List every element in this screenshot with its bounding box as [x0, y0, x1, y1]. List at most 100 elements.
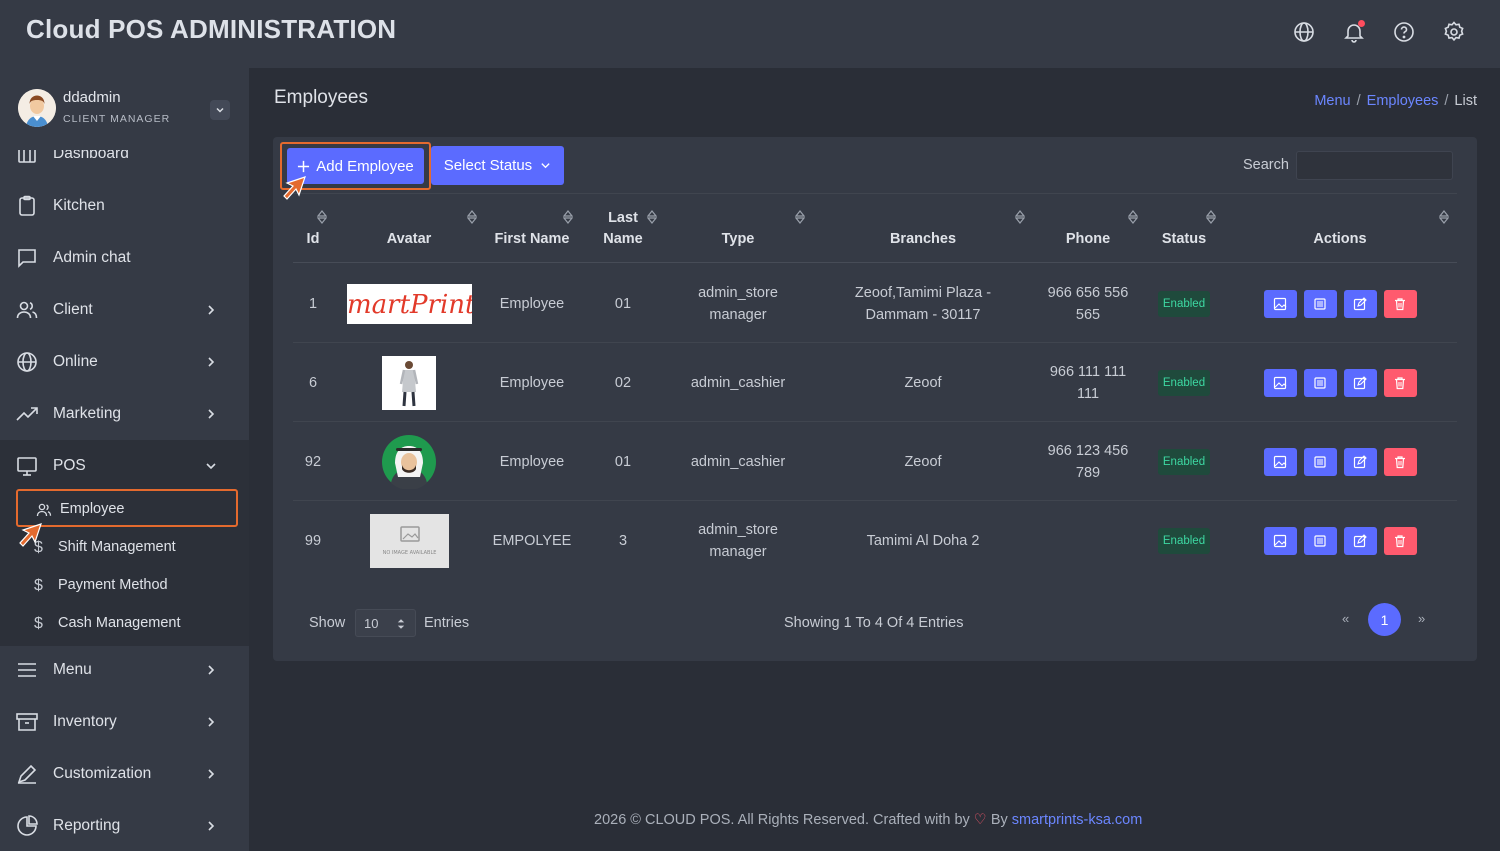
footer-link[interactable]: smartprints-ksa.com — [1012, 812, 1143, 828]
column-header-type[interactable]: Type — [673, 194, 803, 264]
details-button[interactable] — [1303, 526, 1337, 555]
sidebar-item-marketing[interactable]: Marketing — [0, 388, 249, 440]
chevron-right-icon — [208, 717, 215, 727]
pagination-next[interactable]: » — [1418, 611, 1425, 626]
gear-icon[interactable] — [1442, 20, 1466, 44]
page-size-value: 10 — [364, 615, 379, 631]
clipboard-icon — [15, 194, 39, 218]
sidebar-item-admin-chat[interactable]: Admin chat — [0, 232, 249, 284]
sidebar-item-menu[interactable]: Menu — [0, 644, 249, 696]
chevron-down-icon — [541, 163, 550, 169]
edit-button[interactable] — [1343, 447, 1377, 476]
submenu-item-employee[interactable]: Employee — [16, 489, 238, 527]
sort-icon[interactable] — [467, 210, 477, 224]
sidebar-item-online[interactable]: Online — [0, 336, 249, 388]
select-status-label: Select Status — [443, 157, 533, 174]
image-icon — [1273, 455, 1287, 468]
column-header-status[interactable]: Status — [1148, 194, 1220, 264]
cursor-arrow-icon — [19, 523, 42, 547]
sidebar-item-customization[interactable]: Customization — [0, 748, 249, 800]
column-header-last-name[interactable]: Last Name — [593, 194, 653, 264]
breadcrumb-menu[interactable]: Menu — [1314, 93, 1350, 109]
user-menu-toggle[interactable] — [210, 100, 230, 120]
pagination-page-1[interactable]: 1 — [1368, 603, 1401, 636]
sidebar-item-client[interactable]: Client — [0, 284, 249, 336]
cell-last-name: 01 — [614, 453, 632, 470]
image-button[interactable] — [1263, 368, 1297, 397]
bell-icon[interactable] — [1342, 20, 1366, 44]
top-bar: Cloud POS ADMINISTRATION — [0, 0, 1500, 68]
edit-button[interactable] — [1343, 526, 1377, 555]
status-badge: Enabled — [1157, 290, 1211, 317]
column-header-id[interactable]: Id — [293, 194, 333, 264]
show-label: Show — [309, 615, 346, 631]
chevron-right-icon — [208, 821, 215, 831]
top-icons — [1292, 20, 1466, 44]
sidebar-item-label: Client — [53, 301, 93, 318]
column-header-avatar[interactable]: Avatar — [345, 194, 473, 264]
sidebar-item-kitchen[interactable]: Kitchen — [0, 180, 249, 232]
select-arrows-icon — [397, 619, 405, 629]
user-role: CLIENT MANAGER — [63, 113, 171, 125]
sort-icon[interactable] — [1015, 210, 1025, 224]
breadcrumb-current: List — [1454, 93, 1477, 109]
sort-icon[interactable] — [1128, 210, 1138, 224]
select-status-button[interactable]: Select Status — [431, 146, 564, 185]
image-button[interactable] — [1263, 447, 1297, 476]
sort-icon[interactable] — [795, 210, 805, 224]
cell-avatar — [345, 422, 473, 501]
entries-label: Entries — [424, 615, 470, 631]
sort-icon[interactable] — [563, 210, 573, 224]
delete-button[interactable] — [1383, 526, 1417, 555]
no-image-text: NO IMAGE AVAILABLE — [382, 550, 436, 556]
sort-icon[interactable] — [1439, 210, 1449, 224]
cell-phone — [1038, 501, 1138, 580]
submenu-item-label: Shift Management — [58, 539, 176, 555]
cell-status: Enabled — [1148, 343, 1220, 422]
image-button[interactable] — [1263, 289, 1297, 318]
pagination-prev[interactable]: « — [1342, 611, 1349, 626]
chevron-right-icon — [208, 357, 215, 367]
globe-icon[interactable] — [1292, 20, 1316, 44]
details-button[interactable] — [1303, 289, 1337, 318]
details-button[interactable] — [1303, 447, 1337, 476]
sidebar-item-inventory[interactable]: Inventory — [0, 696, 249, 748]
users-icon — [15, 298, 39, 322]
app-title: Cloud POS ADMINISTRATION — [26, 14, 397, 44]
delete-button[interactable] — [1383, 447, 1417, 476]
pen-icon — [15, 762, 39, 786]
column-header-phone[interactable]: Phone — [1038, 194, 1138, 264]
edit-button[interactable] — [1343, 368, 1377, 397]
list-icon — [1314, 376, 1326, 389]
image-button[interactable] — [1263, 526, 1297, 555]
submenu-item-payment-method[interactable]: $ Payment Method — [16, 567, 238, 605]
column-header-first-name[interactable]: First Name — [493, 194, 571, 264]
add-employee-button[interactable]: Add Employee — [287, 148, 424, 184]
trend-icon — [15, 402, 39, 426]
submenu-item-cash-management[interactable]: $ Cash Management — [16, 605, 238, 643]
search-input[interactable] — [1296, 151, 1453, 180]
delete-button[interactable] — [1383, 289, 1417, 318]
sort-icon[interactable] — [647, 210, 657, 224]
submenu-item-shift-management[interactable]: $ Shift Management — [16, 529, 238, 567]
cell-id: 1 — [308, 295, 318, 312]
edit-button[interactable] — [1343, 289, 1377, 318]
sort-icon[interactable] — [1206, 210, 1216, 224]
help-icon[interactable] — [1392, 20, 1416, 44]
cell-status: Enabled — [1148, 501, 1220, 580]
cell-first-name: Employee — [499, 374, 565, 391]
sidebar-item-label: POS — [53, 457, 86, 474]
sidebar-item-pos[interactable]: POS — [0, 440, 249, 492]
page-size-select[interactable]: 10 — [355, 609, 416, 637]
edit-icon — [1353, 296, 1367, 310]
image-icon — [1273, 534, 1287, 547]
image-icon — [1273, 297, 1287, 310]
person-photo-image — [382, 355, 436, 410]
monitor-icon — [15, 454, 39, 478]
sort-icon[interactable] — [317, 210, 327, 224]
delete-button[interactable] — [1383, 368, 1417, 397]
details-button[interactable] — [1303, 368, 1337, 397]
column-header-branches[interactable]: Branches — [833, 194, 1013, 264]
sidebar-item-reporting[interactable]: Reporting — [0, 800, 249, 851]
breadcrumb-employees[interactable]: Employees — [1367, 93, 1439, 109]
